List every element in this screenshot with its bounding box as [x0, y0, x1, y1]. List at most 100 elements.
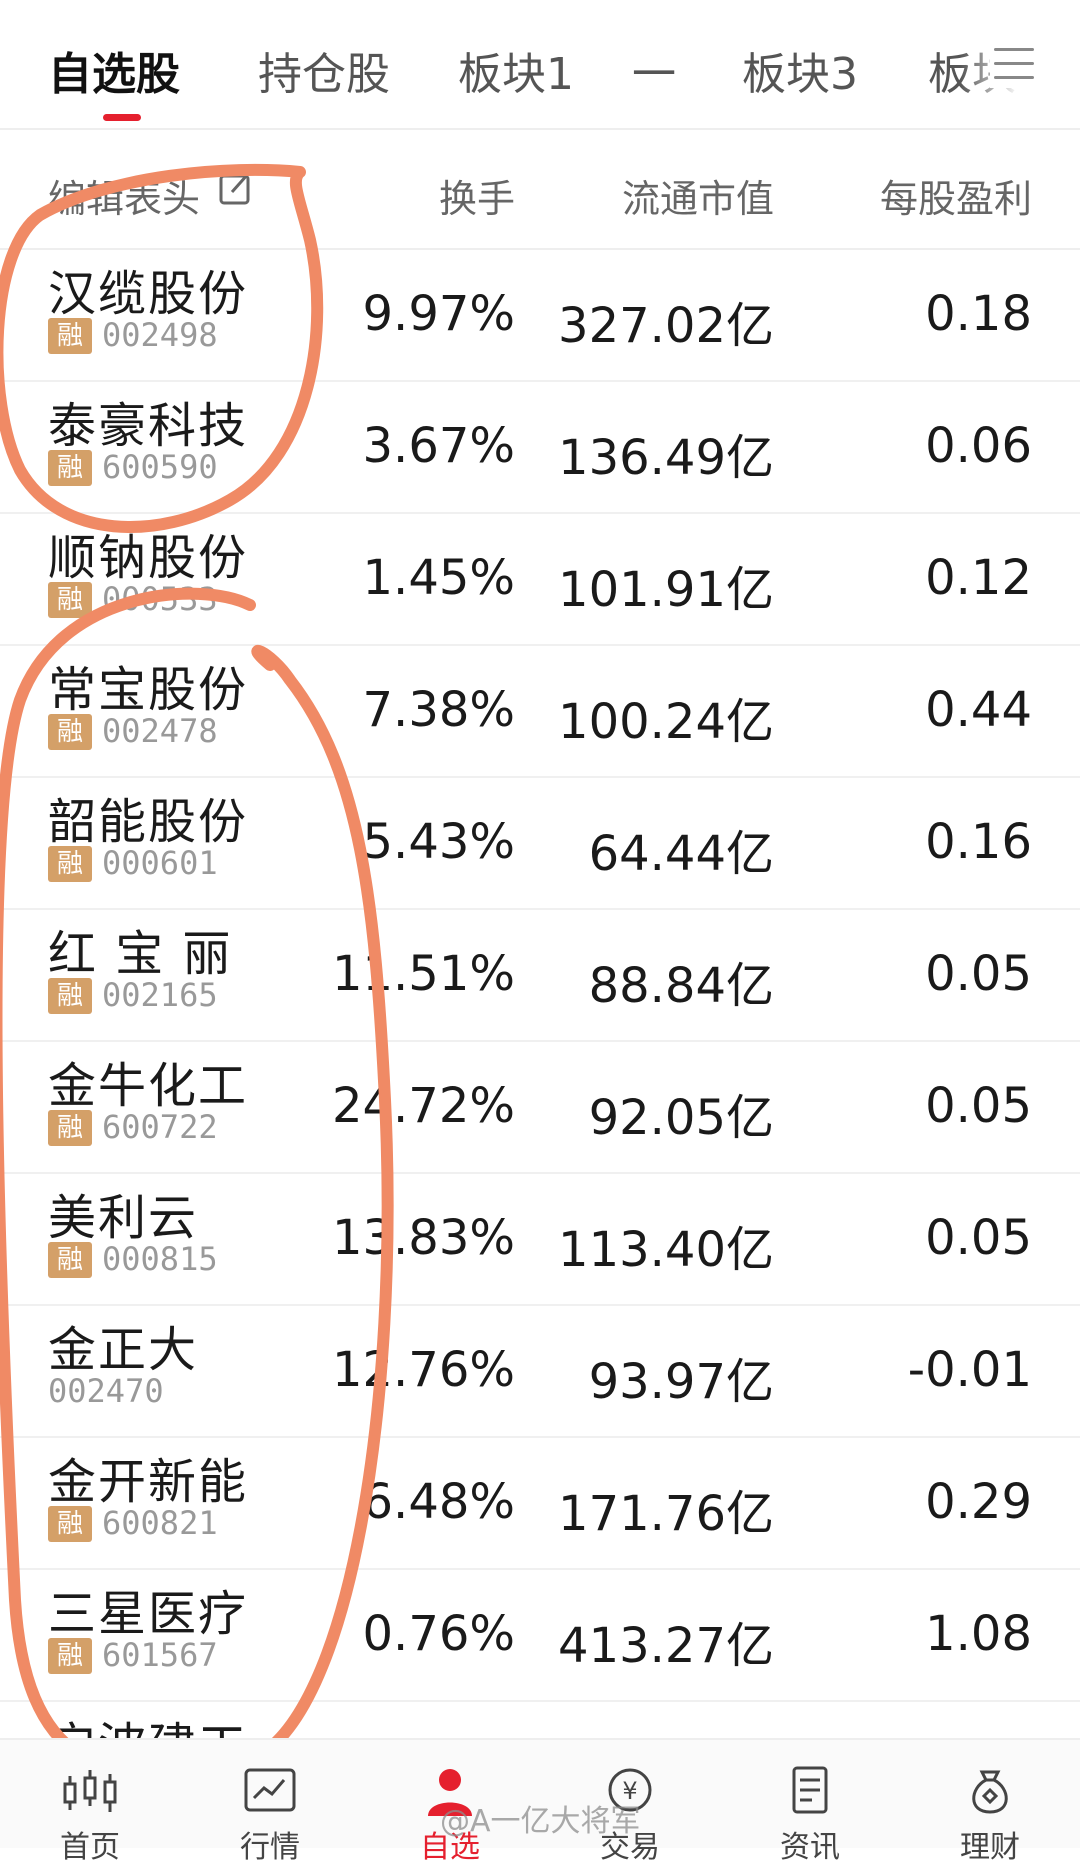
column-header: 编辑表头 换手 流通市值 每股盈利	[0, 130, 1080, 250]
stock-code: 002478	[102, 712, 218, 750]
margin-trading-badge: 融	[48, 978, 92, 1014]
earnings-per-share: -0.01	[907, 1342, 1032, 1398]
earnings-per-share: 0.12	[925, 550, 1032, 606]
tab-holdings[interactable]: 持仓股	[258, 38, 390, 102]
earnings-per-share: 0.44	[925, 682, 1032, 738]
watermark: @A一亿大将军	[440, 1804, 641, 1839]
stock-row[interactable]: 三星医疗融 601567 0.76% 413.27亿 1.08	[0, 1570, 1080, 1702]
float-market-cap: 88.84亿	[588, 958, 774, 1014]
stock-row[interactable]: 韶能股份融 000601 5.43% 64.44亿 0.16	[0, 778, 1080, 910]
tab-sector-3[interactable]: 板块3	[742, 38, 858, 102]
nav-wealth[interactable]: 理财	[900, 1740, 1080, 1865]
float-market-cap: 101.91亿	[558, 562, 774, 618]
stock-code: 002165	[102, 976, 218, 1014]
margin-trading-badge: 融	[48, 714, 92, 750]
header-turnover[interactable]: 换手	[439, 168, 515, 223]
earnings-per-share: 0.06	[925, 418, 1032, 474]
stock-code: 002498	[102, 316, 218, 354]
margin-trading-badge: 融	[48, 1110, 92, 1146]
money-bag-icon	[972, 1770, 1008, 1814]
earnings-per-share: 0.18	[925, 286, 1032, 342]
float-market-cap: 171.76亿	[558, 1486, 774, 1542]
stock-name: 金正大	[48, 1322, 199, 1378]
tab-sector-1[interactable]: 板块1	[458, 38, 574, 102]
turnover-rate: 6.48%	[362, 1474, 515, 1530]
float-market-cap: 92.05亿	[588, 1090, 774, 1146]
document-icon	[792, 1766, 828, 1814]
stock-row[interactable]: 顺钠股份融 000533 1.45% 101.91亿 0.12	[0, 514, 1080, 646]
stock-row[interactable]: 常宝股份融 002478 7.38% 100.24亿 0.44	[0, 646, 1080, 778]
stock-row[interactable]: 金开新能融 600821 6.48% 171.76亿 0.29	[0, 1438, 1080, 1570]
header-float-market-cap[interactable]: 流通市值	[622, 168, 774, 223]
margin-trading-badge: 融	[48, 450, 92, 486]
margin-trading-badge: 融	[48, 1242, 92, 1278]
float-market-cap: 136.49亿	[558, 430, 774, 486]
earnings-per-share: 0.29	[925, 1474, 1032, 1530]
turnover-rate: 1.45%	[362, 550, 515, 606]
stock-code: 000815	[102, 1240, 218, 1278]
stock-name: 金开新能	[48, 1454, 249, 1510]
stock-name: 金牛化工	[48, 1058, 249, 1114]
stock-list: 汉缆股份融 002498 9.97% 327.02亿 0.18 泰豪科技融 600590 3.…	[0, 250, 1080, 1834]
earnings-per-share: 1.08	[925, 1606, 1032, 1662]
stock-row[interactable]: 美利云融 000815 13.83% 113.40亿 0.05	[0, 1174, 1080, 1306]
stock-name: 三星医疗	[48, 1586, 249, 1642]
earnings-per-share: 0.05	[925, 1210, 1032, 1266]
stock-name: 泰豪科技	[48, 398, 249, 454]
nav-home-label: 首页	[60, 1830, 120, 1865]
turnover-rate: 13.83%	[331, 1210, 515, 1266]
turnover-rate: 5.43%	[362, 814, 515, 870]
stock-name: 汉缆股份	[48, 266, 249, 322]
tab-dash[interactable]: 一	[632, 38, 676, 102]
stock-row[interactable]: 汉缆股份融 002498 9.97% 327.02亿 0.18	[0, 250, 1080, 382]
edit-header-label[interactable]: 编辑表头	[48, 168, 200, 223]
turnover-rate: 7.38%	[362, 682, 515, 738]
nav-market[interactable]: 行情	[180, 1740, 360, 1865]
margin-trading-badge: 融	[48, 846, 92, 882]
tab-menu-icon[interactable]	[990, 40, 1034, 88]
float-market-cap: 64.44亿	[588, 826, 774, 882]
margin-trading-badge: 融	[48, 318, 92, 354]
stock-code: 600722	[102, 1108, 218, 1146]
turnover-rate: 0.76%	[362, 1606, 515, 1662]
float-market-cap: 113.40亿	[558, 1222, 774, 1278]
nav-wealth-label: 理财	[960, 1830, 1020, 1865]
stock-name: 美利云	[48, 1190, 199, 1246]
float-market-cap: 327.02亿	[558, 298, 774, 354]
stock-code: 600590	[102, 448, 218, 486]
stock-row[interactable]: 金牛化工融 600722 24.72% 92.05亿 0.05	[0, 1042, 1080, 1174]
nav-news[interactable]: 资讯	[720, 1740, 900, 1865]
stock-name: 韶能股份	[48, 794, 249, 850]
nav-home[interactable]: 首页	[0, 1740, 180, 1865]
float-market-cap: 100.24亿	[558, 694, 774, 750]
tab-watchlist[interactable]: 自选股	[48, 38, 180, 102]
turnover-rate: 24.72%	[331, 1078, 515, 1134]
earnings-per-share: 0.05	[925, 1078, 1032, 1134]
stock-code: 002470	[48, 1372, 164, 1410]
stock-row[interactable]: 红 宝 丽融 002165 11.51% 88.84亿 0.05	[0, 910, 1080, 1042]
line-chart-icon	[244, 1768, 296, 1812]
earnings-per-share: 0.05	[925, 946, 1032, 1002]
nav-news-label: 资讯	[780, 1830, 840, 1865]
stock-row[interactable]: 金正大 002470 12.76% 93.97亿 -0.01	[0, 1306, 1080, 1438]
stock-row[interactable]: 泰豪科技融 600590 3.67% 136.49亿 0.06	[0, 382, 1080, 514]
earnings-per-share: 0.16	[925, 814, 1032, 870]
nav-market-label: 行情	[240, 1830, 300, 1865]
stock-name: 顺钠股份	[48, 530, 249, 586]
stock-code: 000533	[102, 580, 218, 618]
tab-bar: 自选股 持仓股 板块1 一 板块3 板块	[0, 0, 1080, 130]
turnover-rate: 3.67%	[362, 418, 515, 474]
stock-code: 600821	[102, 1504, 218, 1542]
turnover-rate: 9.97%	[362, 286, 515, 342]
float-market-cap: 93.97亿	[588, 1354, 774, 1410]
stock-code: 601567	[102, 1636, 218, 1674]
stock-name: 常宝股份	[48, 662, 249, 718]
turnover-rate: 11.51%	[331, 946, 515, 1002]
stock-name: 红 宝 丽	[48, 926, 233, 982]
active-tab-indicator	[103, 114, 141, 121]
margin-trading-badge: 融	[48, 1506, 92, 1542]
stock-code: 000601	[102, 844, 218, 882]
header-eps[interactable]: 每股盈利	[880, 168, 1032, 223]
candlestick-icon	[63, 1770, 117, 1812]
edit-icon[interactable]	[218, 170, 254, 206]
